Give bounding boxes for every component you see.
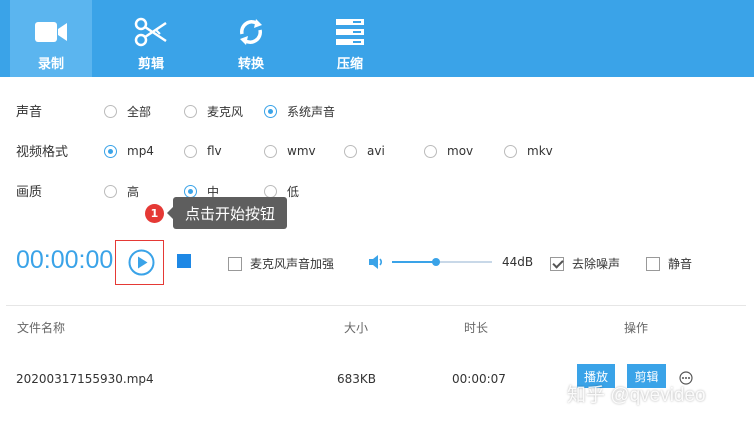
volume-slider[interactable] [392, 258, 492, 266]
audio-label: 声音 [16, 105, 43, 120]
radio-circle[interactable] [344, 144, 357, 158]
compress-icon [309, 14, 391, 50]
radio-circle[interactable] [104, 185, 117, 198]
checkbox-label: 静音 [668, 257, 693, 271]
radio-circle[interactable] [264, 144, 277, 158]
format-option-mp4[interactable]: mp4 [104, 144, 154, 158]
audio-option-mic[interactable]: 麦克风 [184, 103, 243, 120]
toolbar-tab-label: 录制 [37, 57, 64, 72]
column-header-name: 文件名称 [17, 321, 66, 335]
format-label: 视频格式 [16, 145, 69, 160]
format-option-avi[interactable]: avi [344, 144, 385, 158]
recording-timer: 00:00:00 [16, 246, 114, 274]
toolbar-tab-label: 剪辑 [137, 57, 164, 72]
main-toolbar: 录制 剪辑 转换 压缩 [0, 0, 754, 77]
file-size-cell: 683KB [337, 372, 377, 386]
volume-slider-fill [392, 261, 436, 263]
file-name-cell: 20200317155930.mp4 [16, 372, 154, 386]
mute-checkbox[interactable]: 静音 [646, 255, 692, 272]
hint-tooltip: 点击开始按钮 [167, 197, 287, 229]
watermark: 知乎 @qvevideo [567, 385, 706, 406]
play-highlight-box [115, 240, 164, 285]
column-header-actions: 操作 [624, 321, 649, 335]
format-option-wmv[interactable]: wmv [264, 144, 316, 158]
video-camera-icon [10, 14, 92, 50]
toolbar-tab-record[interactable]: 录制 [10, 0, 92, 77]
convert-icon [210, 14, 292, 50]
radio-circle[interactable] [104, 144, 117, 158]
checkbox-box[interactable] [646, 256, 660, 271]
radio-circle[interactable] [264, 105, 277, 118]
toolbar-tab-edit[interactable]: 剪辑 [110, 0, 192, 77]
section-divider [6, 305, 746, 306]
column-header-size: 大小 [344, 321, 369, 335]
mic-boost-checkbox[interactable]: 麦克风声音加强 [228, 255, 334, 272]
audio-option-all[interactable]: 全部 [104, 103, 151, 120]
radio-circle[interactable] [504, 144, 517, 158]
radio-circle[interactable] [184, 105, 197, 118]
volume-db-value: 44dB [502, 255, 534, 269]
toolbar-tab-compress[interactable]: 压缩 [309, 0, 391, 77]
format-option-mov[interactable]: mov [424, 144, 473, 158]
file-duration-cell: 00:00:07 [452, 372, 506, 386]
radio-label: avi [367, 144, 385, 158]
radio-circle[interactable] [184, 144, 197, 158]
radio-label: mp4 [127, 144, 154, 158]
denoise-checkbox[interactable]: 去除噪声 [550, 255, 620, 272]
format-option-flv[interactable]: flv [184, 144, 222, 158]
scissors-icon [110, 14, 192, 50]
radio-label: mov [447, 144, 474, 158]
checkbox-label: 去除噪声 [572, 257, 621, 271]
radio-label: 高 [127, 185, 140, 199]
radio-circle[interactable] [104, 105, 117, 118]
toolbar-tab-convert[interactable]: 转换 [210, 0, 292, 77]
play-button[interactable] [128, 249, 155, 276]
volume-icon[interactable] [367, 253, 385, 271]
tooltip-text: 点击开始按钮 [184, 204, 275, 223]
radio-label: 低 [287, 185, 300, 199]
step-badge: 1 [145, 204, 164, 223]
radio-label: 系统声音 [287, 105, 336, 119]
radio-circle[interactable] [424, 144, 437, 158]
radio-label: 麦克风 [207, 105, 244, 119]
checkbox-label: 麦克风声音加强 [250, 257, 335, 271]
quality-label: 画质 [16, 185, 43, 200]
stop-button[interactable] [177, 254, 191, 268]
radio-label: mkv [527, 144, 553, 158]
radio-label: wmv [287, 144, 316, 158]
radio-label: flv [207, 144, 222, 158]
toolbar-tab-label: 压缩 [336, 57, 363, 72]
radio-label: 全部 [127, 105, 152, 119]
quality-option-high[interactable]: 高 [104, 183, 139, 200]
volume-slider-handle[interactable] [432, 258, 440, 266]
audio-option-system[interactable]: 系统声音 [264, 103, 335, 120]
column-header-duration: 时长 [464, 321, 489, 335]
checkbox-box[interactable] [550, 256, 564, 271]
format-option-mkv[interactable]: mkv [504, 144, 553, 158]
checkbox-box[interactable] [228, 256, 242, 271]
toolbar-tab-label: 转换 [237, 57, 264, 72]
